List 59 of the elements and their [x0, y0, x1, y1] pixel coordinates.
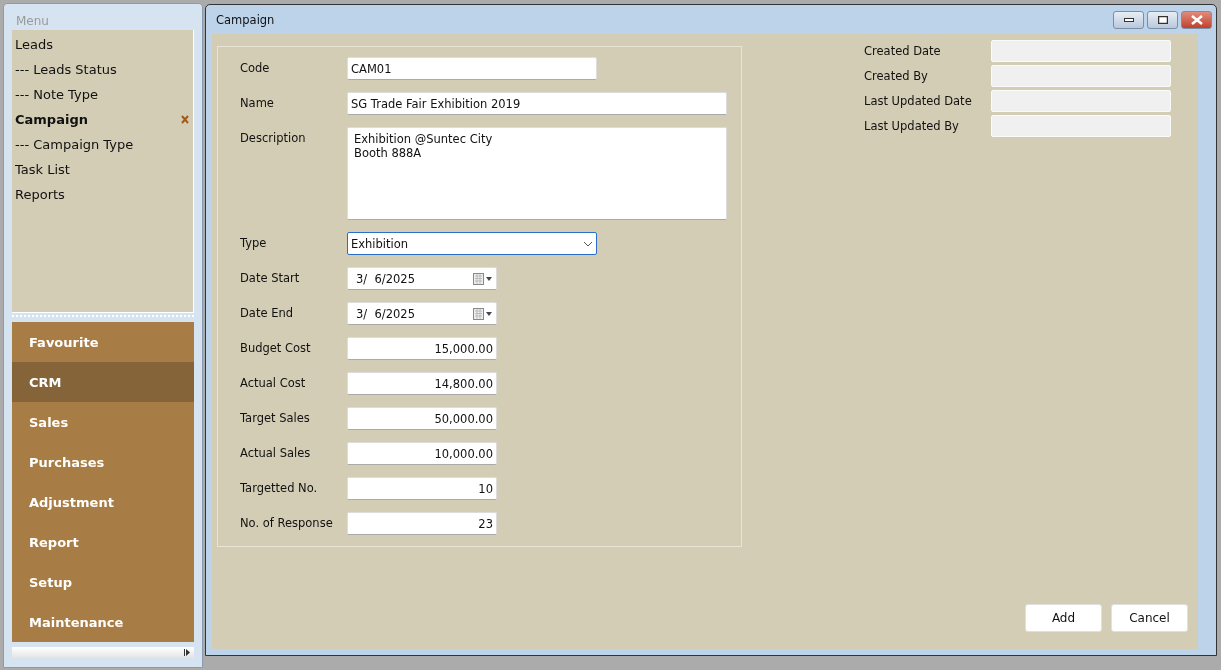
- field-label: Budget Cost: [240, 340, 312, 357]
- field-label: Actual Cost: [240, 375, 307, 392]
- field-label: Last Updated By: [864, 119, 960, 133]
- number-field[interactable]: 14,800.00: [347, 372, 497, 395]
- date-field[interactable]: 3/ 6/2025: [347, 267, 497, 290]
- module-button[interactable]: Sales: [12, 402, 194, 442]
- module-button[interactable]: Maintenance: [12, 602, 194, 642]
- field-label: Name: [240, 95, 275, 112]
- number-field[interactable]: 23: [347, 512, 497, 535]
- tree-item[interactable]: --- Campaign Type: [12, 132, 193, 157]
- type-dropdown[interactable]: Exhibition: [347, 232, 597, 255]
- description-field[interactable]: Exhibition @Suntec City Booth 888A: [347, 127, 727, 220]
- field-label: Type: [240, 235, 268, 252]
- field-label: Created Date: [864, 44, 942, 58]
- field-label: Created By: [864, 69, 929, 83]
- module-button[interactable]: Report: [12, 522, 194, 562]
- date-field[interactable]: 3/ 6/2025: [347, 302, 497, 325]
- tree-item[interactable]: Leads: [12, 32, 193, 57]
- tree-item[interactable]: Task List: [12, 157, 193, 182]
- module-button[interactable]: Adjustment: [12, 482, 194, 522]
- restore-icon: [1157, 15, 1168, 24]
- text-field[interactable]: CAM01: [347, 57, 597, 80]
- text-field[interactable]: SG Trade Fair Exhibition 2019: [347, 92, 727, 115]
- number-field[interactable]: 50,000.00: [347, 407, 497, 430]
- module-button[interactable]: CRM: [12, 362, 194, 402]
- tree-item[interactable]: --- Leads Status: [12, 57, 193, 82]
- minimize-button[interactable]: [1113, 10, 1144, 29]
- field-label: Date End: [240, 305, 294, 322]
- field-label: Target Sales: [240, 410, 311, 427]
- add-button[interactable]: Add: [1025, 604, 1102, 632]
- chevron-down-icon: [583, 240, 593, 247]
- tree-item[interactable]: --- Note Type: [12, 82, 193, 107]
- tree-item[interactable]: Reports: [12, 182, 193, 207]
- field-label: Targetted No.: [240, 480, 319, 497]
- field-label: Description: [240, 130, 307, 147]
- number-field[interactable]: 10,000.00: [347, 442, 497, 465]
- cancel-button[interactable]: Cancel: [1111, 604, 1188, 632]
- field-label: Actual Sales: [240, 445, 312, 462]
- minimize-icon: [1123, 17, 1134, 22]
- horizontal-scrollbar[interactable]: [12, 647, 194, 658]
- calendar-dropdown-icon[interactable]: [473, 307, 493, 320]
- number-field[interactable]: 15,000.00: [347, 337, 497, 360]
- field-label: Date Start: [240, 270, 301, 287]
- calendar-dropdown-icon[interactable]: [473, 272, 493, 285]
- field-label: No. of Response: [240, 515, 334, 532]
- field-label: Code: [240, 60, 271, 77]
- module-button[interactable]: Purchases: [12, 442, 194, 482]
- close-icon[interactable]: [181, 115, 189, 124]
- tree-item[interactable]: Campaign: [12, 107, 193, 132]
- close-button[interactable]: [1181, 10, 1212, 29]
- menu-title: Menu: [15, 13, 49, 30]
- close-icon: [1190, 14, 1203, 25]
- field-label: Last Updated Date: [864, 94, 973, 108]
- module-button[interactable]: Setup: [12, 562, 194, 602]
- window-title: Campaign: [215, 12, 275, 27]
- scroll-right-icon[interactable]: [184, 649, 190, 656]
- number-field[interactable]: 10: [347, 477, 497, 500]
- module-button[interactable]: Favourite: [12, 322, 194, 362]
- restore-button[interactable]: [1147, 10, 1178, 29]
